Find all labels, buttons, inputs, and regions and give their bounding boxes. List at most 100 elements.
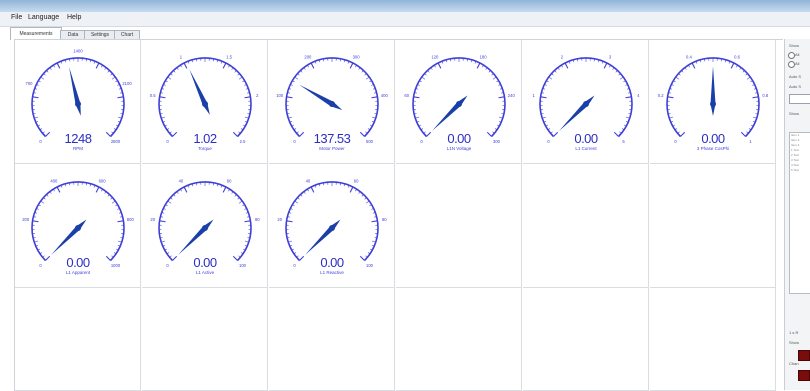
gauge-tick: [668, 97, 674, 98]
gauge-tick-label: 0.4: [686, 54, 692, 59]
menu-bar: File Language Help: [0, 12, 810, 27]
gauge-cell: [396, 164, 522, 288]
gauge-tick-label: 240: [508, 93, 516, 98]
color-swatch-2[interactable]: [798, 370, 810, 381]
gauge-tick-label: 180: [480, 54, 488, 59]
menu-language[interactable]: Language: [25, 13, 62, 22]
gauge-cell: [650, 288, 776, 391]
gauge-arc: [286, 58, 378, 137]
sidebar-radio-2-label: All: [795, 61, 799, 66]
gauge-dial: 0100200300400500137.53Motor Power: [269, 40, 395, 163]
gauge-tick: [626, 117, 630, 118]
gauge-tick: [415, 117, 419, 118]
gauge-tick: [118, 221, 124, 222]
sidebar-radio-1[interactable]: [788, 52, 795, 59]
sidebar-auto-label-2: Auto S: [789, 84, 801, 89]
gauge-tick-label: 200: [22, 217, 30, 222]
gauge-tick: [360, 132, 364, 136]
gauge-tick: [170, 74, 172, 76]
gauge-needle: [299, 85, 342, 110]
gauge-cell: 0123450.00L1 Current: [523, 40, 649, 164]
gauge-tick-label: 400: [381, 93, 389, 98]
gauge-tick: [372, 221, 378, 222]
gauge-tick: [223, 187, 226, 192]
color-swatch-1[interactable]: [798, 350, 810, 361]
gauge-label: Motor Power: [319, 146, 345, 151]
gauge-cell: 020040060080010000.00L1 Apparent: [15, 164, 141, 288]
gauge-arc: [540, 58, 632, 137]
gauge-tick-label: 600: [99, 178, 107, 183]
gauge-cell: 07001400210028001248RPM: [15, 40, 141, 164]
gauge-tick: [477, 63, 480, 68]
gauge-tick: [350, 187, 353, 192]
gauge-tick-label: 1000: [111, 263, 121, 268]
sidebar-radio-2[interactable]: [788, 61, 795, 68]
gauge-tick: [299, 132, 303, 136]
gauge-tick-label: 0: [39, 139, 42, 144]
gauge-tick: [551, 74, 553, 76]
gauge-needle: [69, 67, 81, 116]
gauge-tick: [499, 117, 503, 118]
gauge-tick: [238, 198, 240, 200]
gauge-label: Torque: [198, 146, 212, 151]
gauge-tick: [33, 97, 39, 98]
gauge-cell: 00.511.522.51.02Torque: [142, 40, 268, 164]
gauge-tick-label: 200: [304, 54, 312, 59]
gauge-tick: [366, 77, 369, 79]
gauge-cell: 0100200300400500137.53Motor Power: [269, 40, 395, 164]
gauge-tick: [753, 97, 759, 98]
gauge-tick: [160, 221, 166, 222]
gauge-needle: [432, 96, 467, 131]
gauge-tick: [350, 63, 353, 68]
gauge-tick-label: 300: [353, 54, 361, 59]
gauge-tick-label: 5: [622, 139, 625, 144]
gauge-tick-label: 4: [637, 93, 640, 98]
gauge-tick: [34, 117, 38, 118]
gauge-tick: [682, 70, 684, 72]
sidebar-bottom-label-2: Show: [789, 340, 799, 345]
gauge-tick: [106, 132, 110, 136]
window-title-strip: [0, 0, 810, 12]
gauge-tick-label: 60: [227, 178, 232, 183]
gauge-needle-hub: [75, 225, 81, 231]
gauge-dial: 020040060080010000.00L1 Apparent: [15, 164, 141, 287]
sidebar-input[interactable]: [789, 94, 810, 104]
gauge-tick: [678, 74, 680, 76]
gauge-needle: [559, 96, 594, 131]
gauge-tick: [235, 70, 237, 72]
menu-file[interactable]: File: [8, 13, 25, 22]
sidebar-list-item[interactable]: 5 Text: [790, 168, 810, 173]
sidebar-bottom-label-1: 1 s R: [789, 330, 798, 335]
gauge-tick: [47, 70, 49, 72]
gauge-tick-label: 300: [493, 139, 501, 144]
gauge-tick-label: 60: [354, 178, 359, 183]
gauge-tick-label: 0: [39, 263, 42, 268]
sidebar-list[interactable]: Item 1Item 2Item 31 Text2 Text3 Text4 Te…: [789, 132, 810, 294]
gauge-tick: [112, 77, 115, 79]
gauge-tick: [45, 256, 49, 260]
gauge-needle-hub: [329, 225, 335, 231]
gauge-tick: [233, 256, 237, 260]
gauge-tick: [487, 132, 491, 136]
gauge-tick-label: 100: [276, 93, 284, 98]
gauge-tick-label: 2.5: [240, 139, 246, 144]
gauge-tick-label: 1.5: [226, 54, 232, 59]
gauge-cell: 00.20.40.60.810.003 Phase CosPhi: [650, 40, 776, 164]
gauge-tick: [108, 194, 110, 196]
gauge-readout: 1248: [65, 131, 92, 146]
gauge-tick-label: 1: [533, 93, 536, 98]
gauge-needle: [305, 220, 340, 255]
gauge-tick: [41, 77, 44, 79]
gauge-tick: [553, 132, 557, 136]
gauge-tick-label: 100: [239, 263, 247, 268]
gauge-dial: 00.511.522.51.02Torque: [142, 40, 268, 163]
gauge-tick: [311, 187, 314, 192]
gauge-tick: [604, 63, 607, 68]
menu-help[interactable]: Help: [64, 13, 84, 22]
gauge-tick: [426, 132, 430, 136]
gauge-tick: [245, 97, 251, 98]
gauge-arc: [159, 58, 251, 137]
gauge-tick: [680, 132, 684, 136]
gauge-tick: [96, 63, 99, 68]
gauge-tick-label: 0.8: [762, 93, 768, 98]
